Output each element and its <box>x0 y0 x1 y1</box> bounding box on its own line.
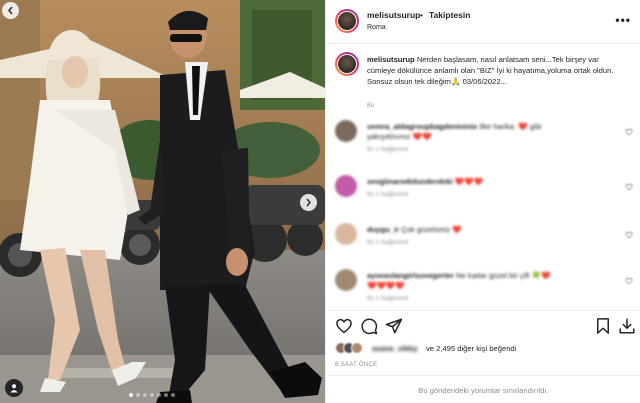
caption-username[interactable]: melisutsurup <box>367 55 415 64</box>
download-button[interactable] <box>618 317 636 335</box>
caption-avatar[interactable] <box>335 52 359 76</box>
comment-body: Ne kadar güzel bir çift 🍀❤️ <box>456 271 551 280</box>
previous-photo-button[interactable] <box>2 2 19 19</box>
comment-text: semra_aldagroupbagdenivinio İlke harika.… <box>367 122 617 132</box>
chevron-right-icon <box>306 198 311 207</box>
liker-username[interactable]: asana_vibby <box>372 344 418 353</box>
following-button[interactable]: Takiptesin <box>429 10 470 20</box>
comment-item: semra_aldagroupbagdenivinio İlke harika.… <box>335 120 635 162</box>
post-detail-panel: melisutsurup • Takiptesin Roma ••• melis… <box>325 0 640 403</box>
comment-body-continued: ❤️❤️❤️❤️ <box>367 281 405 290</box>
person-icon <box>10 384 18 393</box>
location-link[interactable]: Roma <box>367 24 386 31</box>
heart-outline-icon <box>336 318 352 334</box>
comment-item: ayseaslangirlsuvegerter Ne kadar güzel b… <box>335 269 635 310</box>
comments-restricted-text: Bu gönderideki yorumlar sınırlandırıldı. <box>418 386 549 395</box>
comment-body-continued: yakışıklısınız ❤️❤️ <box>367 132 432 141</box>
share-button[interactable] <box>385 317 403 335</box>
commenter-username[interactable]: duygu_ir <box>367 225 399 234</box>
comment-meta[interactable]: 8s 1 beğenme <box>367 239 408 246</box>
caption-text-block: melisutsurup Nerden başlasam, nasıl anla… <box>367 54 629 88</box>
header-separator: • <box>420 10 423 20</box>
comment-button[interactable] <box>360 317 378 335</box>
caption-timestamp: 8s <box>367 102 374 109</box>
commenter-avatar[interactable] <box>335 175 357 197</box>
comment-text: sevgiinarodidunderdeki ❤️❤️❤️ <box>367 177 617 187</box>
comment-body: Çok güzelsiniz ❤️ <box>401 225 462 234</box>
likes-summary[interactable]: asana_vibby ve 2,495 diğer kişi beğendi <box>335 341 635 357</box>
commenter-avatar[interactable] <box>335 223 357 245</box>
comment-icon <box>361 318 378 335</box>
comment-like-icon[interactable] <box>625 183 633 191</box>
commenter-username[interactable]: ayseaslangirlsuvegerter <box>367 271 454 280</box>
comment-item: duygu_ir Çok güzelsiniz ❤️ 8s 1 beğenme <box>335 223 635 265</box>
chevron-left-icon <box>8 6 13 15</box>
author-avatar[interactable] <box>335 9 359 33</box>
commenter-avatar[interactable] <box>335 120 357 142</box>
action-bar <box>326 310 640 340</box>
carousel-dot <box>136 393 140 397</box>
carousel-dot <box>129 393 133 397</box>
comment-like-icon[interactable] <box>625 231 633 239</box>
comment-item: sevgiinarodidunderdeki ❤️❤️❤️ 8s 1 beğenm… <box>335 175 635 217</box>
carousel-indicator <box>129 393 175 397</box>
post-header: melisutsurup • Takiptesin Roma ••• <box>326 0 640 44</box>
post-photo[interactable] <box>0 0 325 403</box>
likes-count-text[interactable]: ve 2,495 diğer kişi beğendi <box>426 344 516 353</box>
comment-meta[interactable]: 8s 1 beğenme <box>367 295 408 302</box>
comment-text: duygu_ir Çok güzelsiniz ❤️ <box>367 225 617 235</box>
bookmark-icon <box>597 318 609 334</box>
comments-restricted-footer: Bu gönderideki yorumlar sınırlandırıldı. <box>326 375 640 403</box>
comment-meta[interactable]: 8s 1 beğenme <box>367 146 408 153</box>
save-button[interactable] <box>594 317 612 335</box>
author-username[interactable]: melisutsurup <box>367 10 420 20</box>
comment-meta[interactable]: 8s 1 beğenme <box>367 191 408 198</box>
liker-avatars <box>335 342 363 354</box>
comment-like-icon[interactable] <box>625 128 633 136</box>
carousel-dot <box>157 393 161 397</box>
carousel-dot <box>143 393 147 397</box>
more-options-button[interactable]: ••• <box>615 13 631 27</box>
comment-body: İlke harika. ❤️ gibi <box>479 122 542 131</box>
paper-plane-icon <box>385 318 403 334</box>
carousel-dot <box>164 393 168 397</box>
carousel-dot <box>171 393 175 397</box>
comments-section[interactable]: melisutsurup Nerden başlasam, nasıl anla… <box>326 45 640 310</box>
tagged-users-button[interactable] <box>5 379 23 397</box>
comment-like-icon[interactable] <box>625 277 633 285</box>
commenter-avatar[interactable] <box>335 269 357 291</box>
commenter-username[interactable]: semra_aldagroupbagdenivinio <box>367 122 477 131</box>
commenter-username[interactable]: sevgiinarodidunderdeki <box>367 177 453 186</box>
carousel-dot <box>150 393 154 397</box>
like-button[interactable] <box>335 317 353 335</box>
download-icon <box>619 318 635 334</box>
comment-text: ayseaslangirlsuvegerter Ne kadar güzel b… <box>367 271 617 281</box>
comment-body: ❤️❤️❤️ <box>454 177 484 186</box>
next-photo-button[interactable] <box>300 194 317 211</box>
wedding-photo-image <box>0 0 325 403</box>
post-time-ago: 8 SAAT ÖNCE <box>335 362 378 368</box>
